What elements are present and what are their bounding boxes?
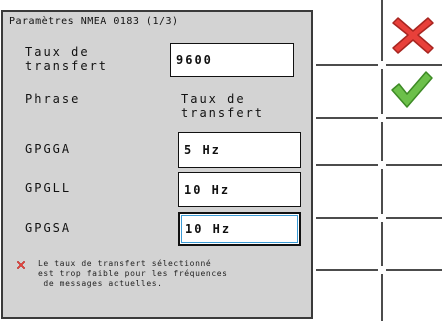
sentence-label: GPGSA	[25, 221, 72, 235]
dialog-title: Paramètres NMEA 0183 (1/3)	[9, 16, 179, 27]
baud-rate-field[interactable]: 9600	[170, 43, 294, 77]
sentence-label: GPGLL	[25, 181, 72, 195]
error-x-icon	[16, 260, 26, 270]
cancel-button[interactable]	[388, 10, 438, 56]
baud-rate-label-line2: transfert	[25, 59, 109, 73]
screen: Paramètres NMEA 0183 (1/3) Taux de trans…	[0, 0, 442, 321]
red-x-icon	[392, 17, 434, 54]
rate-value: 5 Hz	[184, 143, 221, 157]
nmea-settings-dialog: Paramètres NMEA 0183 (1/3) Taux de trans…	[1, 10, 313, 319]
column-header-rate-line1: Taux de	[181, 92, 246, 106]
rate-field-gpgga[interactable]: 5 Hz	[178, 132, 301, 168]
green-check-icon	[391, 71, 433, 108]
warning-line-3: de messages actuelles.	[43, 279, 163, 288]
sentence-label: GPGGA	[25, 142, 72, 156]
rate-field-gpgsa[interactable]: 10 Hz	[178, 212, 301, 246]
warning-line-1: Le taux de transfert sélectionné	[38, 259, 212, 268]
rate-value: 10 Hz	[185, 222, 232, 236]
confirm-button[interactable]	[386, 66, 436, 112]
rate-field-gpgll[interactable]: 10 Hz	[178, 172, 301, 207]
column-header-sentence: Phrase	[25, 92, 81, 106]
baud-rate-value: 9600	[176, 53, 213, 67]
warning-line-2: est trop faible pour les fréquences	[38, 269, 228, 278]
rate-value: 10 Hz	[184, 182, 231, 197]
column-header-rate-line2: transfert	[181, 106, 265, 120]
baud-rate-label-line1: Taux de	[25, 45, 90, 59]
warning-text: Le taux de transfert sélectionné est tro…	[38, 259, 228, 289]
